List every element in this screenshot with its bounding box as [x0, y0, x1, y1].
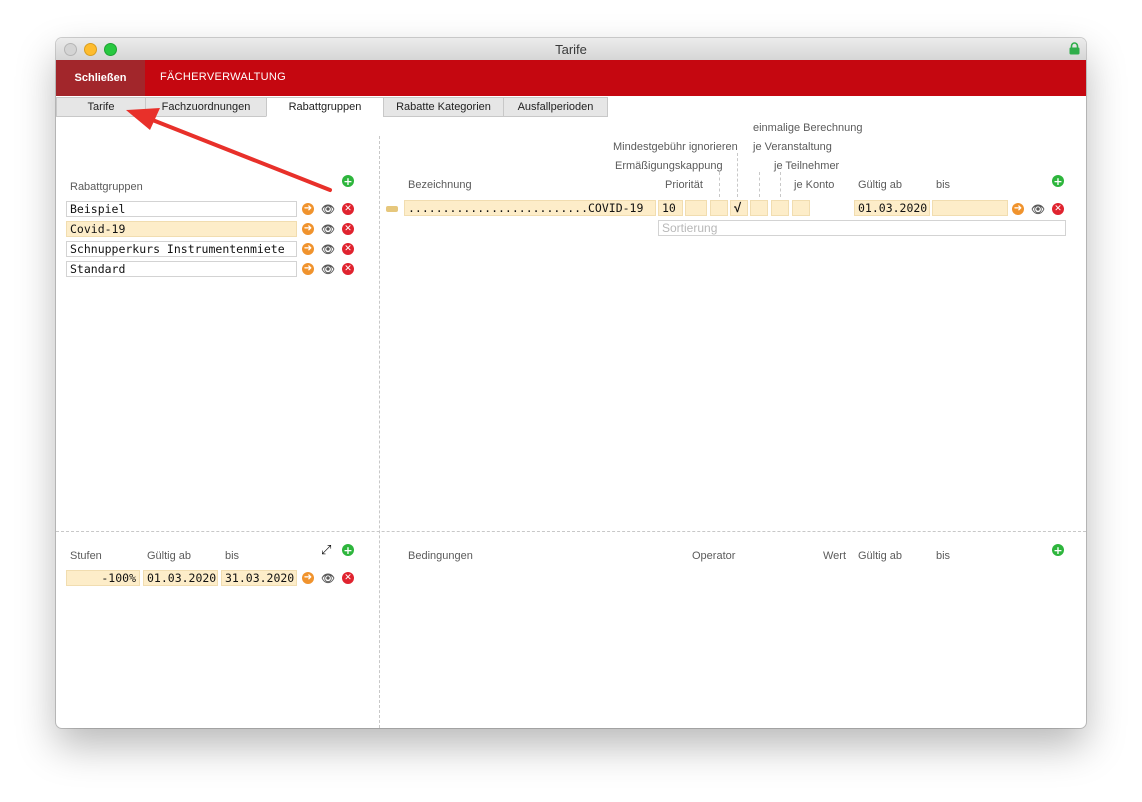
rabattgruppe-name-field[interactable]: Standard	[66, 261, 297, 277]
sortierung-field[interactable]: Sortierung	[658, 220, 1066, 236]
ermaessigungskappung-field[interactable]	[685, 200, 707, 216]
main-toolbar: Schließen FÄCHERVERWALTUNG	[56, 60, 1086, 96]
header-bedingungen: Bedingungen	[408, 550, 473, 562]
schliessen-button[interactable]: Schließen	[56, 60, 145, 96]
header-je-veranstaltung: je Veranstaltung	[753, 141, 832, 153]
faecherverwaltung-label[interactable]: FÄCHERVERWALTUNG	[160, 71, 286, 83]
view-eye-icon[interactable]: 👁	[1031, 203, 1045, 215]
tab-ausfallperioden[interactable]: Ausfallperioden	[503, 97, 608, 117]
header-stufen: Stufen	[70, 550, 102, 562]
header-je-teilnehmer: je Teilnehmer	[774, 160, 840, 172]
window-title: Tarife	[555, 42, 587, 57]
rabatt-bis-field[interactable]	[932, 200, 1008, 216]
rabatt-gueltig-ab-field[interactable]: 01.03.2020	[854, 200, 930, 216]
column-guide	[737, 153, 738, 197]
tab-rabatte-kategorien[interactable]: Rabatte Kategorien	[383, 97, 504, 117]
checkmark-icon: √	[734, 200, 742, 215]
add-rabattgruppe-plus-circle-icon[interactable]: +	[342, 175, 354, 187]
column-guide	[719, 172, 720, 197]
column-guide	[780, 172, 781, 197]
header-mindestgebuehr-ignorieren: Mindestgebühr ignorieren	[613, 141, 738, 153]
header-bedingungen-gueltig-ab: Gültig ab	[858, 550, 903, 562]
je-konto-checkbox[interactable]	[792, 200, 810, 216]
je-teilnehmer-checkbox[interactable]	[771, 200, 789, 216]
delete-x-circle-icon[interactable]: ✕	[342, 223, 354, 235]
open-rabattgruppe-arrow-icon[interactable]: ➜	[302, 203, 314, 215]
horizontal-divider	[56, 531, 1086, 532]
header-bezeichnung: Bezeichnung	[408, 179, 472, 191]
header-ermaessigungskappung: Ermäßigungskappung	[615, 160, 723, 172]
rabatt-prioritaet-field[interactable]: 10	[658, 200, 683, 216]
delete-x-circle-icon[interactable]: ✕	[342, 263, 354, 275]
title-bar: Tarife	[56, 38, 1086, 61]
delete-x-circle-icon[interactable]: ✕	[342, 572, 354, 584]
header-wert: Wert	[823, 550, 847, 562]
tarife-window: Tarife Schließen FÄCHERVERWALTUNG Tarife…	[56, 38, 1086, 728]
view-eye-icon[interactable]: 👁	[321, 263, 335, 275]
tab-rabattgruppen[interactable]: Rabattgruppen	[266, 97, 384, 117]
delete-x-circle-icon[interactable]: ✕	[1052, 203, 1064, 215]
view-eye-icon[interactable]: 👁	[321, 203, 335, 215]
add-bedingung-plus-circle-icon[interactable]: +	[1052, 544, 1064, 556]
header-operator: Operator	[692, 550, 736, 562]
header-je-konto: je Konto	[794, 179, 835, 191]
rabatt-bezeichnung-field[interactable]: ..........................COVID-19	[404, 200, 656, 216]
header-bedingungen-bis: bis	[936, 550, 951, 562]
expand-icon[interactable]: ⤢	[321, 542, 331, 558]
open-rabattgruppe-arrow-icon[interactable]: ➜	[302, 263, 314, 275]
mindestgebuehr-checkbox[interactable]	[710, 200, 728, 216]
header-stufen-bis: bis	[225, 550, 240, 562]
tab-tarife[interactable]: Tarife	[56, 97, 146, 117]
rabattgruppe-name-field[interactable]: Beispiel	[66, 201, 297, 217]
tab-bar: Tarife Fachzuordnungen Rabattgruppen Rab…	[56, 97, 1086, 117]
rabattgruppe-name-field[interactable]: Covid-19	[66, 221, 297, 237]
view-eye-icon[interactable]: 👁	[321, 243, 335, 255]
header-prioritaet: Priorität	[665, 179, 703, 191]
add-stufe-plus-circle-icon[interactable]: +	[342, 544, 354, 556]
rabattgruppe-name-field[interactable]: Schnupperkurs Instrumentenmiete	[66, 241, 297, 257]
header-gueltig-ab: Gültig ab	[858, 179, 903, 191]
stufe-bis-field[interactable]: 31.03.2020	[221, 570, 297, 586]
lock-icon	[1069, 42, 1080, 55]
view-eye-icon[interactable]: 👁	[321, 572, 335, 584]
stufe-gueltig-ab-field[interactable]: 01.03.2020	[143, 570, 218, 586]
open-rabattgruppe-arrow-icon[interactable]: ➜	[302, 243, 314, 255]
drag-handle-icon[interactable]	[386, 206, 398, 212]
vertical-divider	[379, 136, 380, 728]
arrow-down-circle-icon[interactable]: ➜	[1012, 203, 1024, 215]
view-eye-icon[interactable]: 👁	[321, 223, 335, 235]
je-veranstaltung-checkbox[interactable]	[750, 200, 768, 216]
add-rabatt-plus-circle-icon[interactable]: +	[1052, 175, 1064, 187]
stufe-value-field[interactable]: -100%	[66, 570, 140, 586]
column-guide	[759, 172, 760, 197]
delete-x-circle-icon[interactable]: ✕	[342, 243, 354, 255]
header-stufen-gueltig-ab: Gültig ab	[147, 550, 192, 562]
header-bis: bis	[936, 179, 951, 191]
delete-x-circle-icon[interactable]: ✕	[342, 203, 354, 215]
open-stufe-arrow-icon[interactable]: ➜	[302, 572, 314, 584]
tab-fachzuordnungen[interactable]: Fachzuordnungen	[145, 97, 267, 117]
open-rabattgruppe-arrow-icon[interactable]: ➜	[302, 223, 314, 235]
header-einmalige-berechnung: einmalige Berechnung	[753, 122, 863, 134]
rabattgruppen-header: Rabattgruppen	[70, 181, 143, 193]
